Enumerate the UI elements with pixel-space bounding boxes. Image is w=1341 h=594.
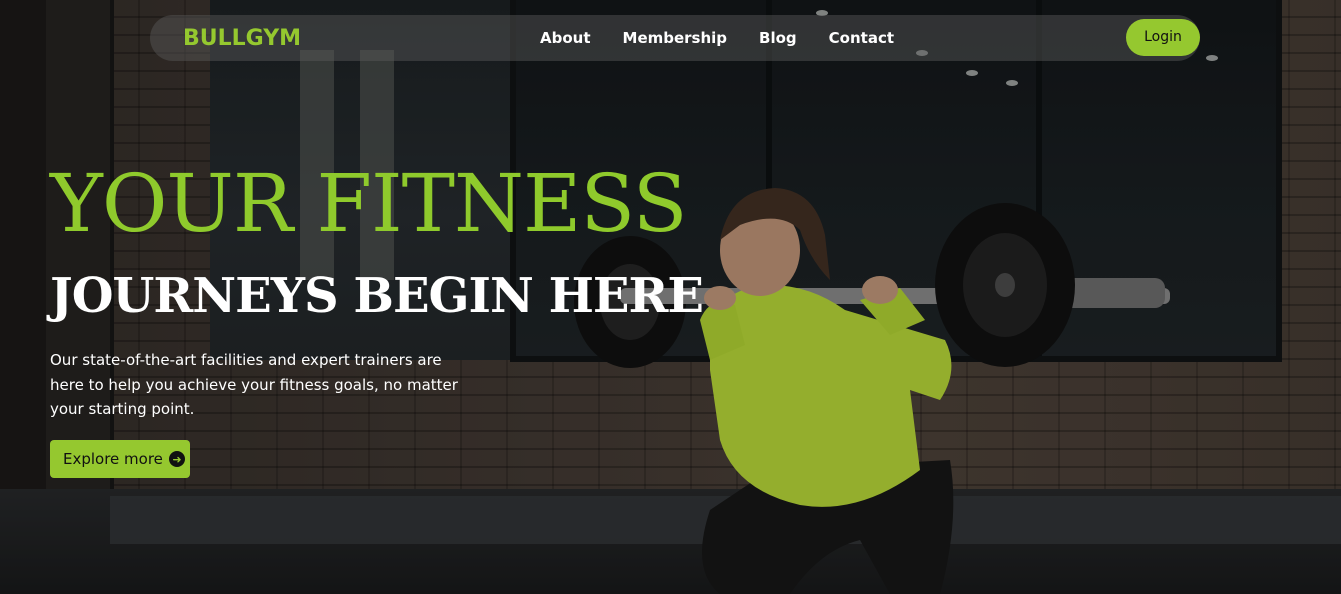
nav-link-contact[interactable]: Contact <box>829 15 894 61</box>
nav-links: About Membership Blog Contact <box>540 15 894 61</box>
brand-logo[interactable]: BULLGYM <box>183 15 301 63</box>
arrow-circle-right-icon: ➜ <box>168 451 185 467</box>
top-navbar: BULLGYM About Membership Blog Contact Lo… <box>150 15 1200 61</box>
nav-link-membership[interactable]: Membership <box>623 15 728 61</box>
hero-headline-secondary: JOURNEYS BEGIN HERE <box>50 268 704 324</box>
hero-description: Our state-of-the-art facilities and expe… <box>50 351 458 418</box>
nav-link-blog[interactable]: Blog <box>759 15 797 61</box>
explore-more-button[interactable]: Explore more ➜ <box>50 440 190 478</box>
explore-more-label: Explore more <box>63 450 163 468</box>
nav-link-about[interactable]: About <box>540 15 591 61</box>
login-button[interactable]: Login <box>1126 19 1200 56</box>
hero-headline-primary: YOUR FITNESS <box>50 157 688 250</box>
